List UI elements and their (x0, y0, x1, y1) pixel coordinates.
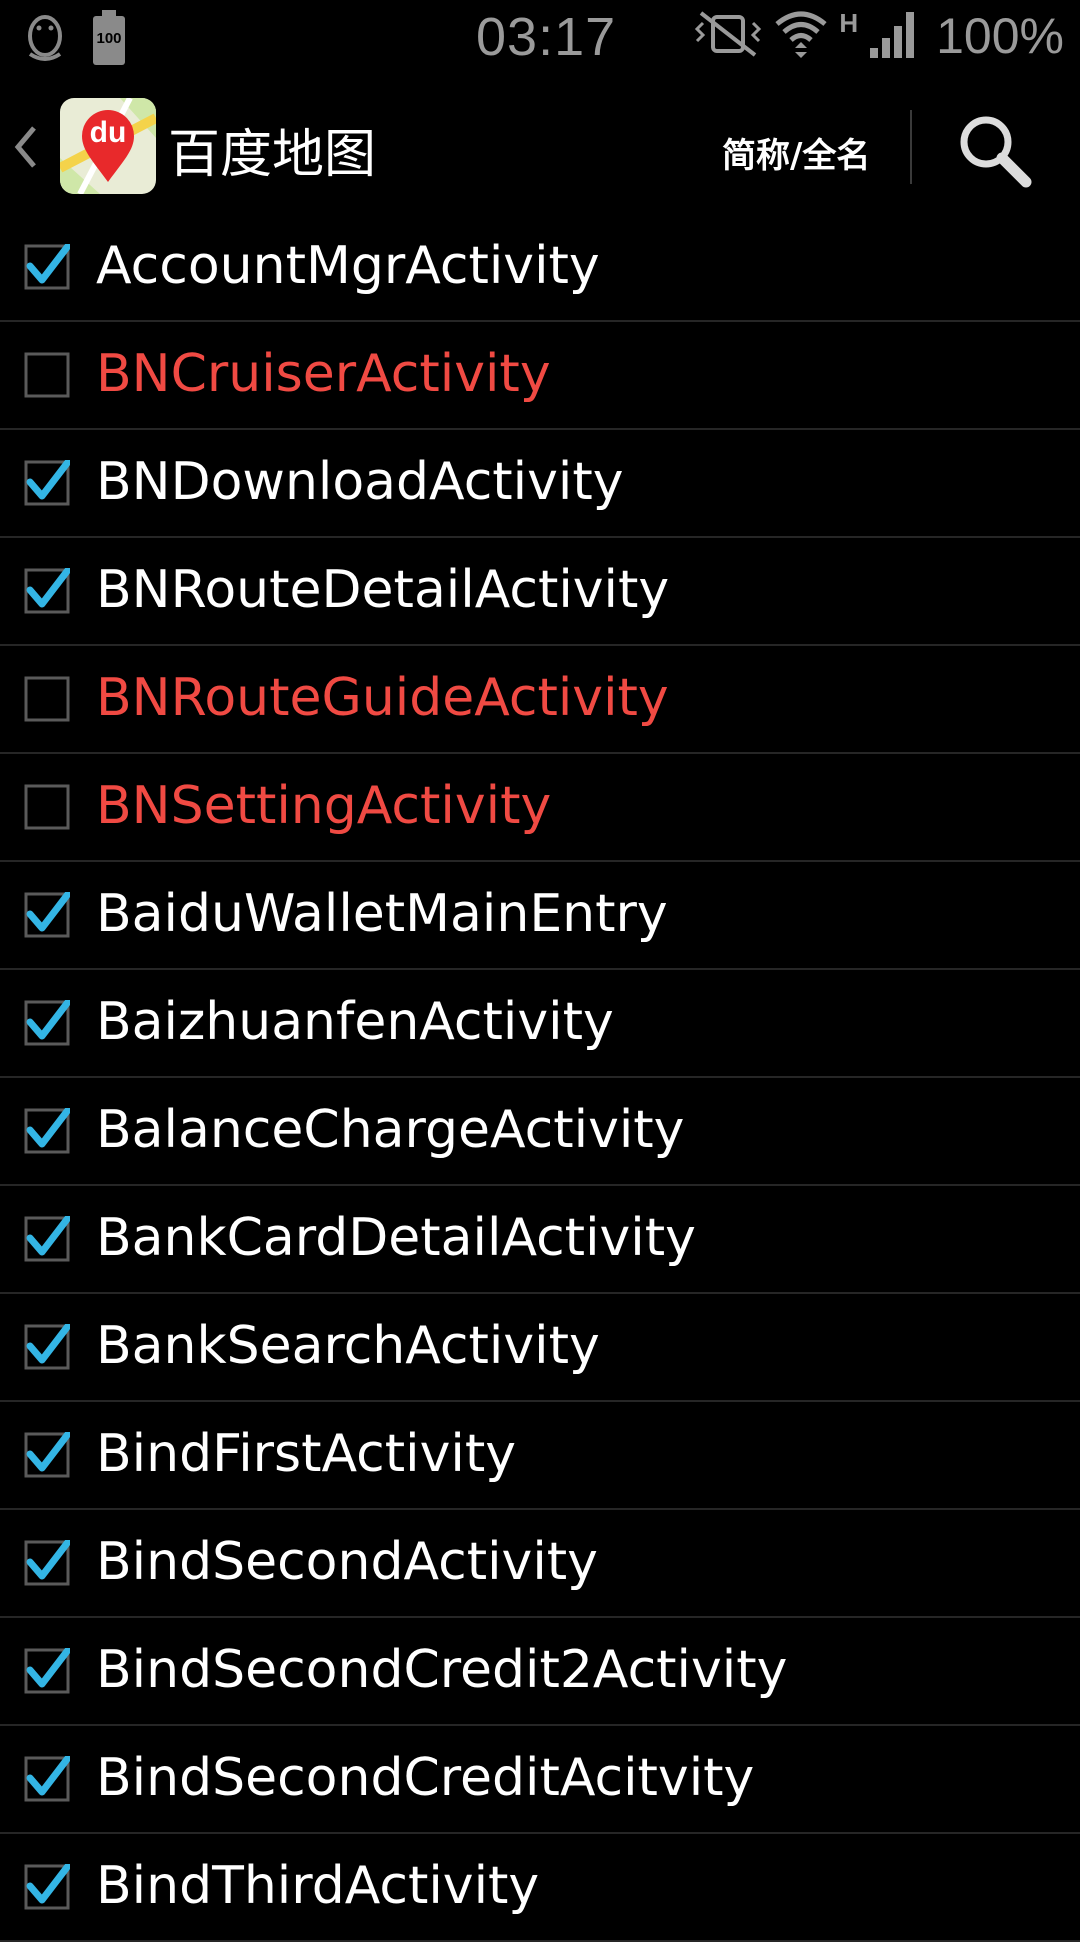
action-bar: du 百度地图 简称/全名 (0, 82, 1080, 212)
battery-percent: 100% (936, 8, 1064, 64)
activity-name: BalanceChargeActivity (96, 1100, 685, 1160)
status-bar: 100 03:17 H 100% (0, 0, 1080, 76)
toggle-name-button[interactable]: 简称/全名 (722, 128, 870, 177)
activity-name: BankSearchActivity (96, 1316, 600, 1376)
list-item-2[interactable]: BNDownloadActivity (0, 430, 1080, 538)
activity-name: BindSecondActivity (96, 1532, 598, 1592)
action-divider (910, 110, 912, 184)
activity-name: BaiduWalletMainEntry (96, 884, 668, 944)
checkbox-checked[interactable] (24, 1538, 72, 1586)
penguin-icon (22, 10, 68, 66)
list-item-11[interactable]: BindFirstActivity (0, 1402, 1080, 1510)
list-item-14[interactable]: BindSecondCreditAcitvity (0, 1726, 1080, 1834)
status-time: 03:17 (476, 7, 617, 67)
checkbox-checked[interactable] (24, 1106, 72, 1154)
activity-name: BNRouteDetailActivity (96, 560, 670, 620)
list-item-7[interactable]: BaizhuanfenActivity (0, 970, 1080, 1078)
app-icon[interactable]: du (60, 98, 156, 194)
list-item-10[interactable]: BankSearchActivity (0, 1294, 1080, 1402)
activity-name: BNDownloadActivity (96, 452, 624, 512)
activity-name: BindThirdActivity (96, 1856, 540, 1916)
wifi-icon (773, 6, 829, 66)
list-item-15[interactable]: BindThirdActivity (0, 1834, 1080, 1942)
checkmark-icon (26, 1646, 72, 1688)
status-left-icons: 100 (22, 10, 126, 66)
signal-icon (868, 8, 918, 64)
checkbox-checked[interactable] (24, 1322, 72, 1370)
chevron-left-icon[interactable] (10, 122, 40, 172)
activity-name: BindSecondCreditAcitvity (96, 1748, 755, 1808)
checkbox-checked[interactable] (24, 1862, 72, 1910)
list-item-3[interactable]: BNRouteDetailActivity (0, 538, 1080, 646)
checkmark-icon (26, 1754, 72, 1796)
checkmark-icon (26, 242, 72, 284)
checkbox-checked[interactable] (24, 1646, 72, 1694)
activity-name: BaizhuanfenActivity (96, 992, 614, 1052)
checkbox-checked[interactable] (24, 890, 72, 938)
activity-name: BankCardDetailActivity (96, 1208, 696, 1268)
checkmark-icon (26, 1106, 72, 1148)
list-item-4[interactable]: BNRouteGuideActivity (0, 646, 1080, 754)
checkmark-icon (26, 1538, 72, 1580)
list-item-8[interactable]: BalanceChargeActivity (0, 1078, 1080, 1186)
activity-name: BindSecondCredit2Activity (96, 1640, 788, 1700)
app-icon-text: du (89, 116, 127, 149)
activity-name: BindFirstActivity (96, 1424, 516, 1484)
checkmark-icon (26, 1322, 72, 1364)
checkbox-checked[interactable] (24, 998, 72, 1046)
list-item-6[interactable]: BaiduWalletMainEntry (0, 862, 1080, 970)
checkmark-icon (26, 1862, 72, 1904)
activity-name: AccountMgrActivity (96, 236, 600, 296)
list-item-12[interactable]: BindSecondActivity (0, 1510, 1080, 1618)
checkbox-checked[interactable] (24, 1430, 72, 1478)
checkmark-icon (26, 998, 72, 1040)
checkmark-icon (26, 458, 72, 500)
checkbox-checked[interactable] (24, 242, 72, 290)
activity-name: BNRouteGuideActivity (96, 668, 669, 728)
page-title: 百度地图 (168, 125, 377, 185)
battery-icon-text: 100 (96, 30, 122, 47)
list-item-5[interactable]: BNSettingActivity (0, 754, 1080, 862)
activity-list: AccountMgrActivity BNCruiserActivity BND… (0, 214, 1080, 1942)
checkmark-icon (26, 1214, 72, 1256)
list-item-1[interactable]: BNCruiserActivity (0, 322, 1080, 430)
checkmark-icon (26, 566, 72, 608)
status-right-icons: H 100% (693, 6, 1064, 66)
checkbox-checked[interactable] (24, 1754, 72, 1802)
activity-name: BNSettingActivity (96, 776, 552, 836)
checkmark-icon (26, 1430, 72, 1472)
list-item-0[interactable]: AccountMgrActivity (0, 214, 1080, 322)
search-icon[interactable] (956, 112, 1032, 188)
list-item-9[interactable]: BankCardDetailActivity (0, 1186, 1080, 1294)
vibrate-mute-icon (693, 9, 763, 63)
list-item-13[interactable]: BindSecondCredit2Activity (0, 1618, 1080, 1726)
activity-name: BNCruiserActivity (96, 344, 551, 404)
checkmark-icon (26, 890, 72, 932)
battery-icon: 100 (92, 10, 126, 66)
checkbox-unchecked[interactable] (24, 676, 70, 722)
checkbox-checked[interactable] (24, 458, 72, 506)
network-type-label: H (839, 8, 859, 38)
checkbox-unchecked[interactable] (24, 352, 70, 398)
checkbox-unchecked[interactable] (24, 784, 70, 830)
checkbox-checked[interactable] (24, 566, 72, 614)
checkbox-checked[interactable] (24, 1214, 72, 1262)
